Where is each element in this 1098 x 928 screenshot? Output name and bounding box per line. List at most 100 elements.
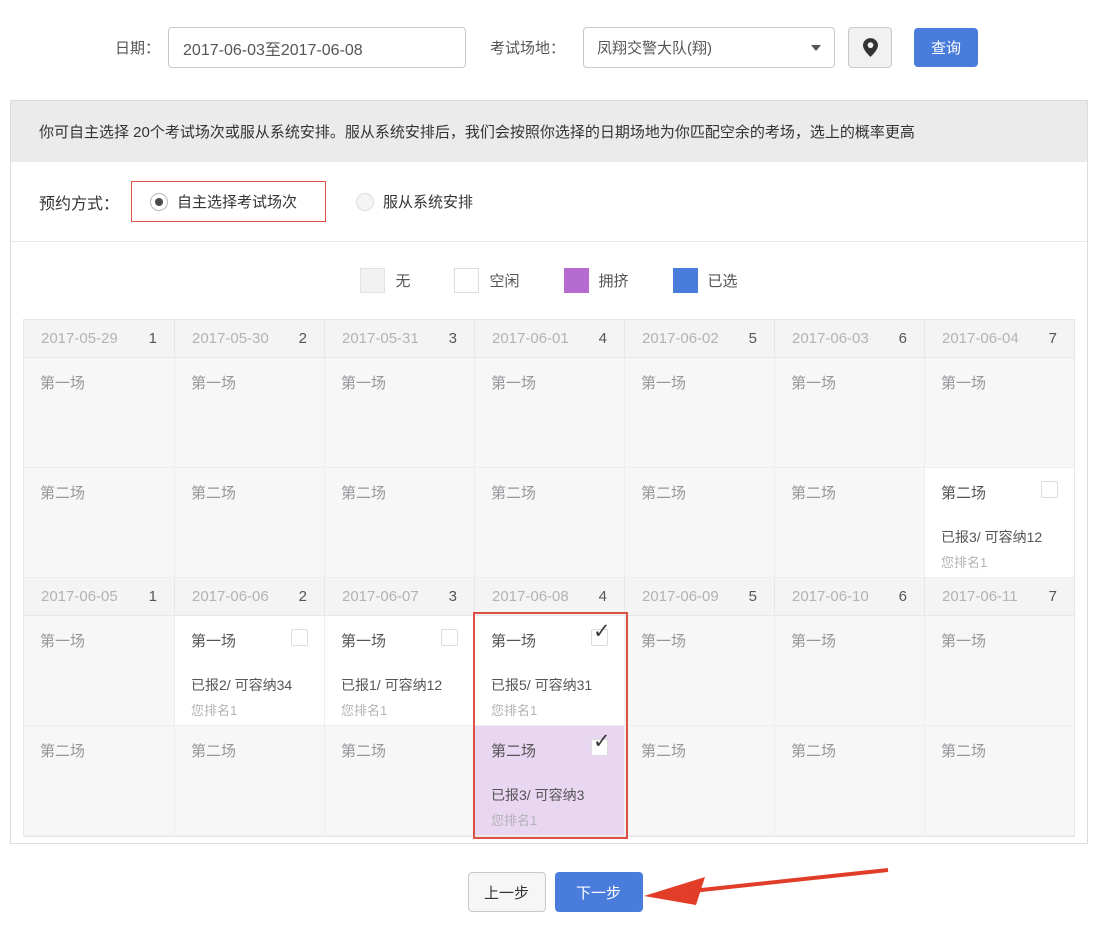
- venue-select[interactable]: 凤翔交警大队(翔): [583, 27, 835, 68]
- checkbox-checked[interactable]: ✓: [591, 739, 608, 756]
- session-cell[interactable]: 第二场已报3/ 可容纳12您排名1: [924, 468, 1074, 578]
- your-rank: 您排名1: [491, 810, 537, 829]
- day-date: 2017-06-04: [942, 330, 1019, 347]
- day-date: 2017-05-29: [41, 330, 118, 347]
- day-date: 2017-06-05: [41, 588, 118, 605]
- date-label: 日期：: [115, 37, 160, 58]
- session-cell: 第一场: [774, 358, 924, 468]
- session-cell: 第二场: [174, 468, 324, 578]
- session-title: 第一场: [40, 630, 85, 651]
- day-number: 2: [299, 330, 307, 347]
- query-button[interactable]: 查询: [914, 28, 978, 67]
- session-title: 第一场: [941, 372, 986, 393]
- date-range-input[interactable]: [168, 27, 466, 68]
- day-date: 2017-05-31: [342, 330, 419, 347]
- enrolled-count: 已报3/ 可容纳3: [491, 785, 584, 805]
- session-cell[interactable]: 第一场已报2/ 可容纳34 您排名1: [174, 616, 324, 726]
- booking-options: 自主选择考试场次服从系统安排: [119, 181, 501, 222]
- session-cell: 第二场: [774, 726, 924, 836]
- session-title: 第二场: [641, 740, 686, 761]
- session-cell: 第一场: [24, 358, 174, 468]
- calendar-week-header: 2017-05-29 1 2017-05-30 2 2017-05-31 3 2017-06…: [24, 320, 1074, 358]
- enrolled-count: 已报2/ 可容纳34: [191, 675, 292, 695]
- session-title: 第二场: [341, 740, 386, 761]
- day-date: 2017-05-30: [192, 330, 269, 347]
- notice-bar: 你可自主选择 20个考试场次或服从系统安排。服从系统安排后，我们会按照你选择的日…: [11, 101, 1087, 162]
- footer-actions: 上一步 下一步: [6, 872, 1098, 912]
- prev-step-button[interactable]: 上一步: [468, 872, 546, 912]
- session-cell: 第一场: [924, 358, 1074, 468]
- session-cell[interactable]: 第一场已报1/ 可容纳12您排名1: [324, 616, 474, 726]
- day-number: 3: [449, 330, 457, 347]
- session-title: 第一场: [641, 630, 686, 651]
- booking-option[interactable]: 服从系统安排: [338, 182, 501, 221]
- radio-unselected-icon[interactable]: [356, 193, 374, 211]
- calendar-day-header: 2017-05-29 1: [24, 320, 174, 357]
- calendar-row: 第一场第一场第一场第一场第一场第一场第一场: [24, 358, 1074, 468]
- day-date: 2017-06-10: [792, 588, 869, 605]
- calendar-row: 第一场第一场已报2/ 可容纳34您排名1第一场已报1/ 可容纳12您排名1第一场…: [24, 616, 1074, 726]
- session-title: 第一场: [491, 630, 536, 651]
- session-cell: 第二场: [924, 726, 1074, 836]
- session-title: 第一场: [791, 372, 836, 393]
- session-cell: 第二场: [174, 726, 324, 836]
- calendar-week-header: 2017-06-0512017-06-0622017-06-0732017-06…: [24, 578, 1074, 616]
- legend-item: 无: [360, 268, 410, 293]
- session-cell: 第二场: [24, 726, 174, 836]
- day-number: 4: [599, 330, 607, 347]
- session-title: 第一场: [491, 372, 536, 393]
- session-title: 第二场: [941, 740, 986, 761]
- checkmark-icon: ✓: [593, 621, 611, 642]
- checkbox-unchecked[interactable]: [291, 629, 308, 646]
- legend-label: 拥挤: [599, 270, 629, 291]
- session-title: 第二场: [491, 482, 536, 503]
- session-cell: 第一场: [624, 358, 774, 468]
- booking-method-row: 预约方式： 自主选择考试场次服从系统安排: [11, 162, 1087, 241]
- booking-option[interactable]: 自主选择考试场次: [131, 181, 326, 222]
- your-rank: 您排名1: [341, 700, 387, 719]
- day-date: 2017-06-06: [192, 588, 269, 605]
- day-number: 2: [299, 588, 307, 605]
- checkbox-checked[interactable]: ✓: [591, 629, 608, 646]
- calendar-day-header: 2017-06-106: [774, 578, 924, 615]
- legend-swatch-icon: [454, 268, 479, 293]
- session-title: 第一场: [641, 372, 686, 393]
- calendar-day-header: 2017-06-051: [24, 578, 174, 615]
- next-step-button[interactable]: 下一步: [555, 872, 643, 912]
- day-date: 2017-06-07: [342, 588, 419, 605]
- calendar-day-header: 2017-06-025: [624, 320, 774, 357]
- day-number: 5: [749, 330, 757, 347]
- calendar-row: 第二场第二场第二场第二场✓已报3/ 可容纳3您排名1第二场第二场第二场: [24, 726, 1074, 836]
- session-title: 第一场: [341, 372, 386, 393]
- radio-selected-icon[interactable]: [150, 193, 168, 211]
- day-number: 4: [599, 588, 607, 605]
- calendar-day-header: 2017-05-31 3: [324, 320, 474, 357]
- session-title: 第一场: [191, 630, 236, 651]
- session-title: 第一场: [40, 372, 85, 393]
- location-button[interactable]: [848, 27, 892, 68]
- day-number: 6: [899, 330, 907, 347]
- session-title: 第一场: [791, 630, 836, 651]
- day-number: 1: [149, 330, 157, 347]
- legend-label: 无: [395, 270, 410, 291]
- your-rank: 您排名1: [191, 700, 237, 719]
- checkbox-unchecked[interactable]: [1041, 481, 1058, 498]
- calendar-day-header: 2017-06-06 2: [174, 578, 324, 615]
- session-cell: 第二场: [24, 468, 174, 578]
- session-title: 第二场: [791, 482, 836, 503]
- session-title: 第一场: [341, 630, 386, 651]
- checkbox-unchecked[interactable]: [441, 629, 458, 646]
- legend: 无空闲拥挤已选: [11, 241, 1087, 319]
- calendar-row: 第二场第二场第二场第二场第二场第二场第二场已报3/ 可容纳12您排名1: [24, 468, 1074, 578]
- session-title: 第二场: [191, 482, 236, 503]
- session-title: 第二场: [40, 482, 85, 503]
- session-cell: 第一场: [774, 616, 924, 726]
- session-cell: 第二场: [324, 726, 474, 836]
- session-title: 第一场: [941, 630, 986, 651]
- session-cell[interactable]: 第二场✓已报3/ 可容纳3您排名1: [474, 726, 624, 836]
- calendar-day-header: 2017-06-036: [774, 320, 924, 357]
- day-date: 2017-06-01: [492, 330, 569, 347]
- venue-label: 考试场地：: [490, 37, 565, 58]
- session-cell[interactable]: 第一场✓已报5/ 可容纳31您排名1: [474, 616, 624, 726]
- session-cell: 第一场: [24, 616, 174, 726]
